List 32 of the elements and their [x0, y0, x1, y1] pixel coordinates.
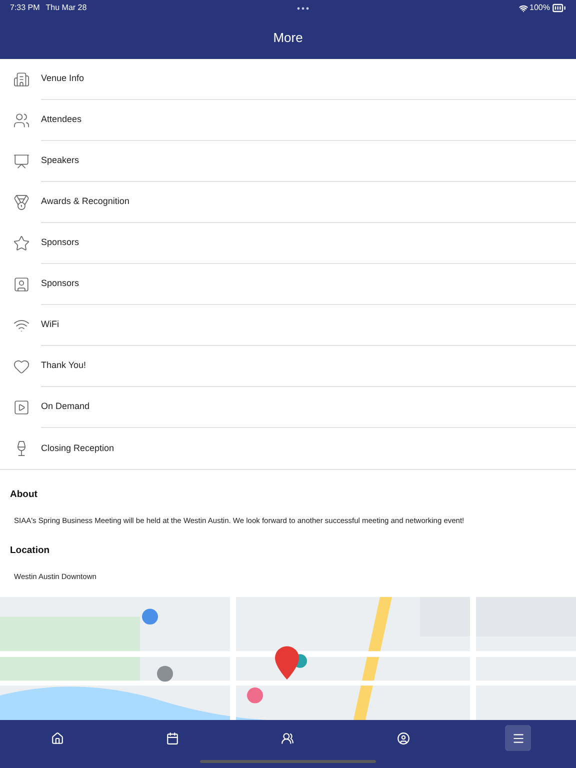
star-icon	[13, 235, 30, 252]
medal-icon	[13, 194, 30, 211]
menu-icon	[512, 732, 525, 744]
menu-item[interactable]: Thank You!	[0, 346, 576, 387]
home-icon	[51, 732, 64, 744]
more-dots-icon	[296, 6, 309, 10]
people-icon	[13, 112, 30, 129]
menu-item[interactable]: Closing Reception	[0, 428, 576, 469]
menu-item[interactable]: WiFi	[0, 305, 576, 346]
menu-item[interactable]: Attendees	[0, 100, 576, 141]
tab-button[interactable]	[505, 725, 532, 751]
play-icon	[13, 399, 30, 416]
menu-item[interactable]: On Demand	[0, 387, 576, 428]
calendar-icon	[166, 732, 180, 744]
location-heading: Location	[10, 544, 51, 558]
battery-icon	[552, 1, 566, 15]
menu-item[interactable]: Sponsors	[0, 223, 576, 264]
status-time: 7:33 PM	[10, 2, 40, 14]
id-badge-icon	[13, 276, 30, 293]
people-icon	[281, 732, 294, 744]
wifi-signal-icon	[518, 4, 528, 12]
building-icon	[13, 71, 30, 88]
menu-item[interactable]: Venue Info	[0, 59, 576, 100]
battery-percent: 100%	[530, 2, 550, 14]
profile-icon	[396, 732, 410, 744]
menu-item[interactable]: Speakers	[0, 141, 576, 182]
heart-icon	[13, 358, 30, 375]
page-title: More	[273, 28, 303, 47]
menu-item[interactable]: Awards & Recognition	[0, 182, 576, 223]
menu-item[interactable]: Sponsors	[0, 264, 576, 305]
status-date: Thu Mar 28	[46, 2, 87, 14]
about-heading: About	[10, 488, 38, 502]
